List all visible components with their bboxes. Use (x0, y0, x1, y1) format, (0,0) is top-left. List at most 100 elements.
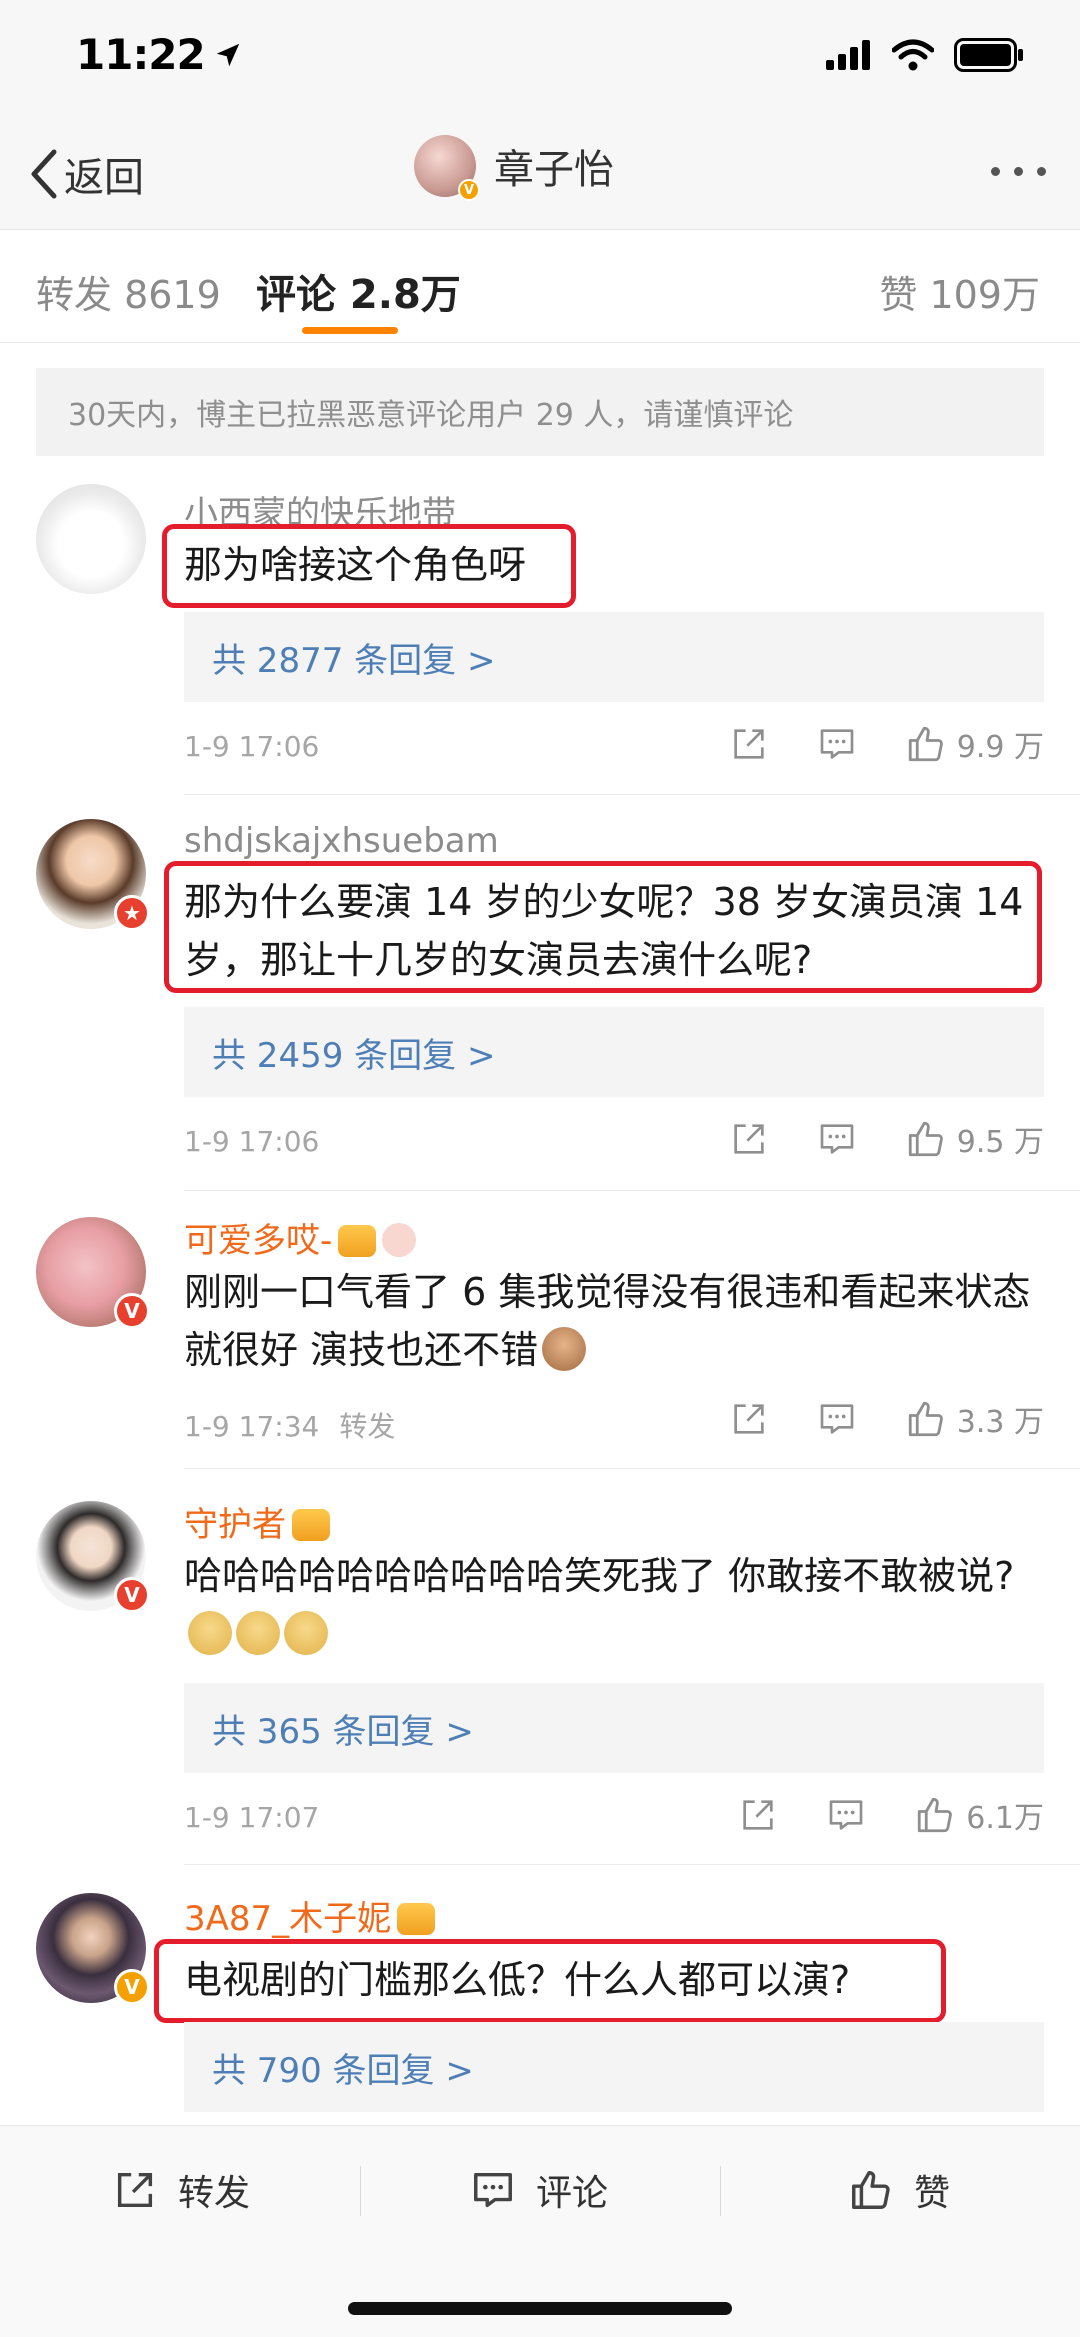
username-text: 3A87_木子妮 (184, 1899, 392, 1939)
reply-count: 共 2877 条回复 > (212, 640, 496, 681)
comment-actions: 9.5 万 (729, 1117, 1044, 1161)
back-label: 返回 (64, 155, 144, 201)
avatar[interactable]: V (36, 1217, 150, 1329)
avatar[interactable]: V (414, 135, 480, 201)
comment-meta: 1-9 17:06 (184, 1125, 319, 1158)
view-replies-link[interactable]: 共 2459 条回复 > (184, 1007, 1044, 1097)
share-icon[interactable] (738, 1795, 778, 1835)
status-icons (826, 38, 1024, 72)
doge-emoji-icon (284, 1611, 328, 1655)
view-replies-link[interactable]: 共 365 条回复 > (184, 1683, 1044, 1773)
comment-icon[interactable] (817, 724, 857, 764)
like-button[interactable]: 赞 (848, 2164, 950, 2216)
like-button[interactable]: 6.1万 (914, 1793, 1044, 1837)
avatar[interactable]: V (36, 1893, 150, 2005)
see-no-evil-monkey-emoji-icon (542, 1327, 587, 1371)
like-count: 9.5 万 (956, 1125, 1044, 1160)
tab-active-indicator (302, 327, 398, 334)
verified-badge-icon: V (114, 1293, 150, 1329)
clock-text: 11:22 (76, 30, 206, 79)
reply-count: 共 790 条回复 > (212, 2050, 474, 2091)
tab-repost[interactable]: 转发 8619 (36, 264, 221, 319)
comment-username[interactable]: 可爱多哎- (184, 1213, 417, 1262)
divider (360, 2166, 361, 2216)
avatar[interactable]: V (36, 1501, 150, 1613)
comment-text: 那为什么要演 14 岁的少女呢？38 岁女演员演 14 岁，那让十几岁的女演员去… (184, 880, 1024, 982)
profile-header[interactable]: V 章子怡 (414, 135, 614, 201)
doge-emoji-icon (236, 1611, 280, 1655)
tab-comment[interactable]: 评论 2.8万 (256, 262, 461, 320)
verified-badge-icon: V (458, 179, 480, 201)
thumbs-up-icon (908, 726, 943, 762)
bottom-action-bar: 转发 评论 赞 (0, 2125, 1080, 2255)
share-icon[interactable] (729, 1119, 769, 1159)
share-icon (117, 2172, 153, 2208)
view-replies-link[interactable]: 共 2877 条回复 > (184, 612, 1044, 702)
comment-time: 1-9 17:06 (184, 1125, 320, 1158)
divider (720, 2166, 721, 2216)
view-replies-link[interactable]: 共 790 条回复 > (184, 2022, 1044, 2112)
divider (184, 1190, 1080, 1191)
comment-button[interactable]: 评论 (470, 2164, 608, 2216)
home-indicator[interactable] (348, 2302, 732, 2315)
repost-link[interactable]: 转发 (339, 1410, 395, 1443)
more-options-icon[interactable] (991, 167, 1046, 176)
thumbs-up-icon (918, 1797, 953, 1833)
location-arrow-icon (216, 43, 239, 66)
comment-username[interactable]: 3A87_木子妮 (184, 1891, 436, 1940)
comment-actions: 3.3 万 (729, 1397, 1044, 1441)
doge-emoji-icon (188, 1611, 232, 1655)
avatar[interactable] (36, 484, 146, 594)
reply-count: 共 365 条回复 > (212, 1711, 474, 1752)
comment-meta: 1-9 17:06 (184, 730, 319, 763)
status-time: 11:22 (76, 30, 243, 79)
status-bar: 11:22 (0, 0, 1080, 115)
page-title: 章子怡 (494, 147, 614, 193)
avatar[interactable]: ★ (36, 819, 150, 931)
reply-count: 共 2459 条回复 > (212, 1035, 496, 1076)
verified-badge-icon: V (114, 1969, 150, 2005)
notice-text: 30天内，博主已拉黑恶意评论用户 29 人，请谨慎评论 (68, 398, 794, 433)
tab-bar: 转发 8619 评论 2.8万 赞 109万 (0, 231, 1080, 343)
chevron-left-icon (31, 149, 57, 199)
comment-icon[interactable] (826, 1795, 866, 1835)
comment-actions: 6.1万 (738, 1793, 1044, 1837)
comment-username[interactable]: 守护者 (184, 1497, 330, 1546)
share-icon[interactable] (729, 724, 769, 764)
thumbs-up-icon (908, 1401, 943, 1437)
crown-badge-icon (338, 1225, 377, 1257)
repost-label: 转发 (178, 2173, 251, 2214)
verified-badge-icon: ★ (114, 895, 150, 931)
pig-badge-icon (382, 1223, 417, 1257)
like-button[interactable]: 9.9 万 (905, 722, 1044, 766)
tab-like[interactable]: 赞 109万 (879, 264, 1040, 319)
comment-icon (474, 2172, 512, 2208)
like-count: 6.1万 (966, 1801, 1044, 1836)
signal-icon (826, 40, 870, 70)
like-button[interactable]: 9.5 万 (905, 1117, 1044, 1161)
comment-username[interactable]: shdjskajxhsuebam (184, 821, 499, 861)
comment-meta: 1-9 17:34 转发 (184, 1405, 395, 1445)
moderation-notice: 30天内，博主已拉黑恶意评论用户 29 人，请谨慎评论 (36, 368, 1044, 456)
share-icon[interactable] (729, 1399, 769, 1439)
wifi-icon (892, 39, 934, 71)
comment-text: 那为啥接这个角色呀 (184, 543, 527, 587)
comment-icon[interactable] (817, 1399, 857, 1439)
thumbs-up-icon (852, 2171, 890, 2209)
repost-button[interactable]: 转发 (112, 2164, 250, 2216)
back-button[interactable]: 返回 (28, 145, 144, 203)
username-text: 可爱多哎- (184, 1221, 333, 1261)
comment-text-body: 刚刚一口气看了 6 集我觉得没有很违和看起来状态就很好 演技也还不错 (184, 1270, 1031, 1372)
divider (184, 1468, 1080, 1469)
crown-badge-icon (292, 1509, 330, 1541)
comment-text-body: 哈哈哈哈哈哈哈哈哈哈笑死我了 你敢接不敢被说? (184, 1554, 1015, 1598)
nav-bar: 返回 V 章子怡 (0, 115, 1080, 230)
comment-icon[interactable] (817, 1119, 857, 1159)
comment-time: 1-9 17:07 (184, 1801, 320, 1834)
comment-text: 哈哈哈哈哈哈哈哈哈哈笑死我了 你敢接不敢被说? (184, 1547, 1044, 1663)
thumbs-up-icon (908, 1121, 943, 1157)
battery-icon (954, 38, 1023, 72)
comment-meta: 1-9 17:07 (184, 1801, 319, 1834)
like-button[interactable]: 3.3 万 (905, 1397, 1044, 1441)
username-text: 守护者 (184, 1505, 286, 1545)
